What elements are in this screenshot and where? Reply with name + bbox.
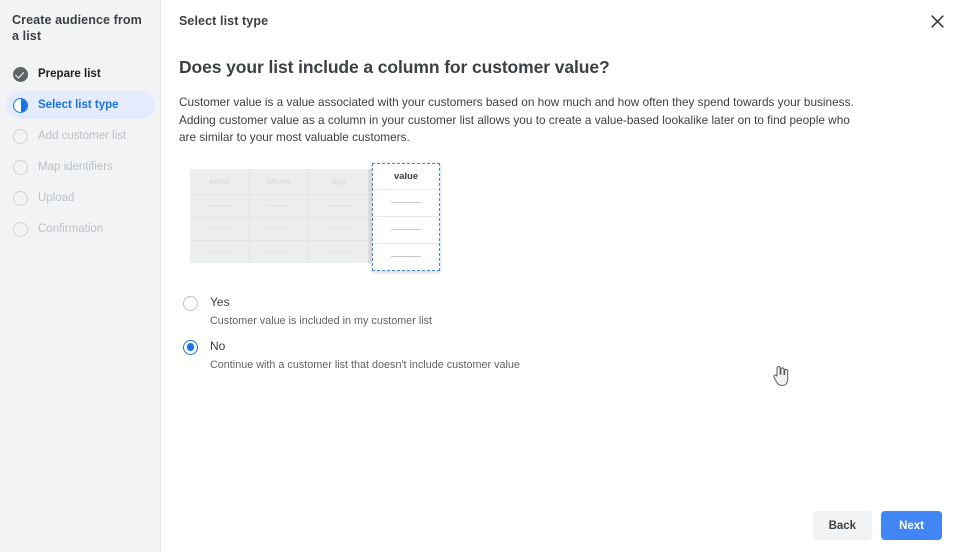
main-panel: Select list type Does your list include … <box>161 0 960 552</box>
value-cell <box>373 244 439 270</box>
wizard-steps: Prepare list Select list type Add custom… <box>0 60 161 243</box>
description-text: Customer value is a value associated wit… <box>179 95 854 144</box>
dialog-footer: Back Next <box>812 511 942 540</box>
ghost-cell <box>309 241 368 263</box>
ghost-cell <box>249 195 309 218</box>
placeholder-dash <box>325 204 352 207</box>
ghost-column-header: email <box>190 169 249 195</box>
radio-description: Continue with a customer list that doesn… <box>210 358 520 371</box>
radio-button-no[interactable] <box>183 339 198 355</box>
customer-value-illustration: email phone age value <box>190 162 442 271</box>
ghost-cell <box>309 195 369 218</box>
placeholder-dash <box>391 201 421 204</box>
placeholder-dash <box>325 250 352 253</box>
ghost-cell <box>309 218 369 241</box>
empty-circle-icon <box>13 190 28 206</box>
ghost-column-email: email <box>190 168 250 263</box>
ghost-cell <box>190 195 249 218</box>
placeholder-dash <box>266 227 292 230</box>
value-cell <box>373 217 439 244</box>
sidebar-item-select-list-type[interactable]: Select list type <box>6 91 155 119</box>
sidebar-item-label: Confirmation <box>38 223 104 235</box>
radio-option-yes[interactable]: Yes Customer value is included in my cus… <box>183 295 942 328</box>
value-cell <box>373 190 439 217</box>
sidebar-item-upload[interactable]: Upload <box>6 184 155 212</box>
value-column-highlight: value <box>372 162 440 271</box>
radio-option-text: Yes Customer value is included in my cus… <box>210 295 432 328</box>
next-button[interactable]: Next <box>881 511 942 540</box>
ghost-cell <box>190 218 249 241</box>
radio-option-text: No Continue with a customer list that do… <box>210 339 520 372</box>
radio-description: Customer value is included in my custome… <box>210 314 433 327</box>
ghost-cell <box>249 218 309 241</box>
sidebar-item-label: Upload <box>38 192 75 204</box>
radio-label: Yes <box>210 294 230 309</box>
placeholder-dash <box>391 255 421 258</box>
sidebar-item-label: Select list type <box>38 99 119 111</box>
sidebar-item-confirmation[interactable]: Confirmation <box>6 215 155 243</box>
close-icon <box>930 14 944 28</box>
sidebar-item-label: Prepare list <box>38 68 101 80</box>
ghost-table: email phone age <box>190 168 373 263</box>
radio-label: No <box>210 338 226 353</box>
placeholder-dash <box>206 204 233 207</box>
ghost-cell <box>250 241 309 263</box>
empty-circle-icon <box>13 128 28 144</box>
placeholder-dash <box>391 228 421 231</box>
empty-circle-icon <box>13 221 28 237</box>
create-audience-dialog: Create audience from a list Prepare list… <box>0 0 960 552</box>
sidebar-item-label: Add customer list <box>38 130 127 142</box>
back-button[interactable]: Back <box>812 511 873 540</box>
ghost-cell <box>190 241 249 263</box>
placeholder-dash <box>266 204 292 207</box>
page-title: Does your list include a column for cust… <box>179 57 610 77</box>
placeholder-dash <box>206 250 233 253</box>
placeholder-dash <box>266 250 292 253</box>
check-circle-icon <box>13 66 28 82</box>
radio-button-yes[interactable] <box>183 295 198 311</box>
empty-circle-icon <box>13 159 28 175</box>
ghost-column-age: age <box>309 169 369 263</box>
half-circle-icon <box>13 97 28 113</box>
placeholder-dash <box>325 227 352 230</box>
list-type-radio-group: Yes Customer value is included in my cus… <box>183 295 942 372</box>
sidebar-item-map-identifiers[interactable]: Map identifiers <box>6 153 155 181</box>
sidebar-item-label: Map identifiers <box>38 161 113 173</box>
ghost-column-phone: phone <box>249 168 310 263</box>
dialog-title: Select list type <box>179 14 269 28</box>
ghost-column-header: age <box>309 169 369 195</box>
value-column-header: value <box>373 164 439 190</box>
dialog-header: Select list type <box>161 0 960 42</box>
sidebar-item-add-customer-list[interactable]: Add customer list <box>6 122 155 150</box>
placeholder-dash <box>206 227 233 230</box>
sidebar-item-prepare-list[interactable]: Prepare list <box>6 60 155 88</box>
close-button[interactable] <box>924 8 950 34</box>
radio-option-no[interactable]: No Continue with a customer list that do… <box>183 339 942 372</box>
main-content: Does your list include a column for cust… <box>161 42 960 372</box>
wizard-sidebar: Create audience from a list Prepare list… <box>0 0 161 552</box>
sidebar-title: Create audience from a list <box>12 13 142 43</box>
ghost-column-header: phone <box>249 169 309 195</box>
